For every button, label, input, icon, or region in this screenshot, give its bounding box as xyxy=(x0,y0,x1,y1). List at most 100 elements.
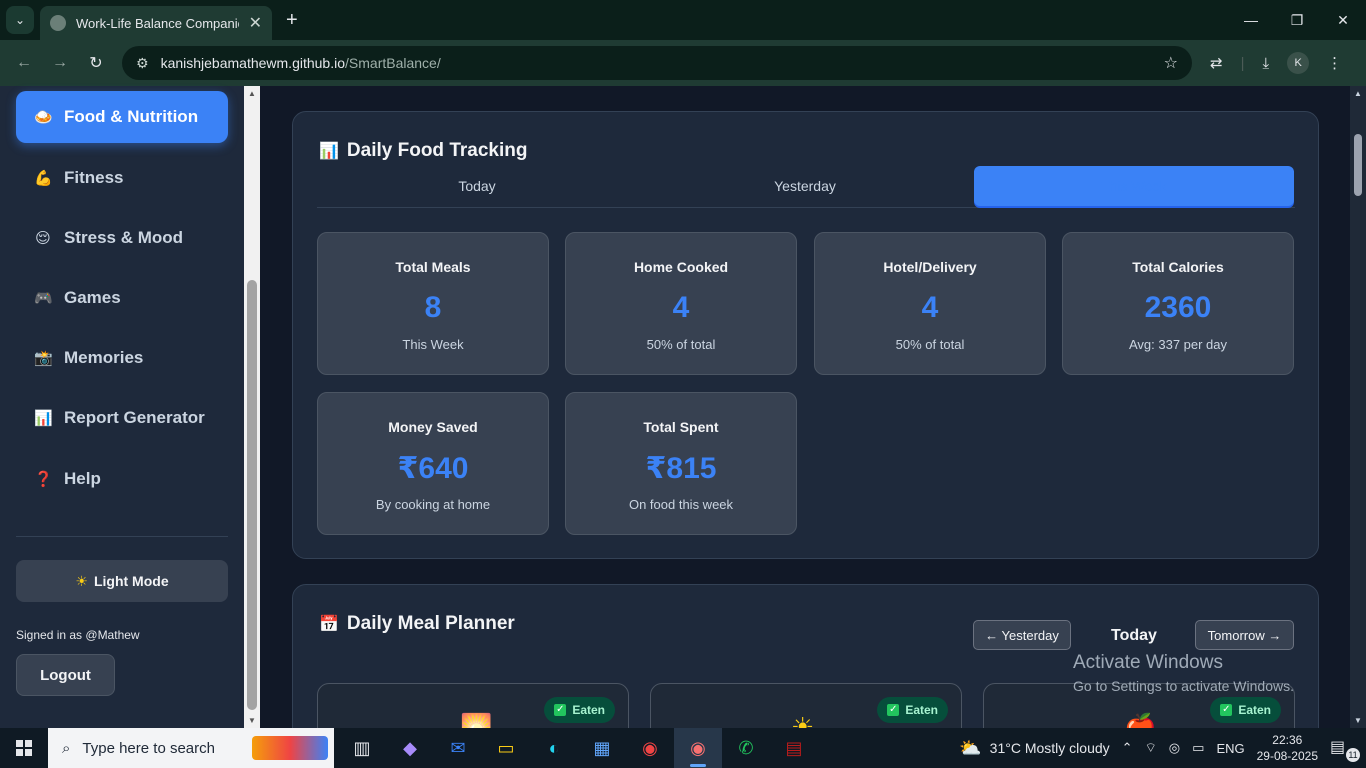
sidebar-item-label: Food & Nutrition xyxy=(64,107,199,126)
checkmark-icon: ✓ xyxy=(554,704,567,716)
start-button[interactable] xyxy=(0,728,48,768)
main-content: 📊 Daily Food Tracking Today Yesterday Th… xyxy=(260,86,1350,728)
calendar-icon: 📅 xyxy=(319,616,339,633)
browser-tab-bar: ⌄ Work-Life Balance Companion ✕ + — ❐ ✕ xyxy=(0,0,1366,40)
sidebar-item-memories[interactable]: 📸 Memories xyxy=(16,332,228,384)
sidebar-item-label: Help xyxy=(64,469,101,488)
weather-widget[interactable]: ⛅ 31°C Mostly cloudy xyxy=(959,738,1109,759)
stat-label: Money Saved xyxy=(388,419,478,435)
sidebar-scrollbar[interactable]: ▲ ▼ xyxy=(244,86,260,728)
chrome-profile-icon[interactable]: ◉ xyxy=(674,728,722,768)
file-explorer-icon[interactable]: ▭ xyxy=(482,728,530,768)
scroll-up-icon[interactable]: ▲ xyxy=(247,89,257,98)
download-icon[interactable]: ⤓ xyxy=(1262,55,1269,72)
copilot-icon[interactable]: ◆ xyxy=(386,728,434,768)
task-view-icon[interactable]: ▥ xyxy=(338,728,386,768)
light-mode-toggle[interactable]: ☀ Light Mode xyxy=(16,560,228,602)
bookmark-star-icon[interactable]: ☆ xyxy=(1164,53,1178,73)
tab-this-week[interactable]: This Week xyxy=(974,166,1294,206)
stat-total-calories: Total Calories 2360 Avg: 337 per day xyxy=(1062,232,1294,375)
stat-value: 8 xyxy=(424,291,442,324)
webcam-icon[interactable]: ◎ xyxy=(1169,740,1180,756)
tab-today[interactable]: Today xyxy=(317,166,637,206)
main-scrollbar[interactable]: ▲ ▼ xyxy=(1350,86,1366,728)
profile-avatar[interactable]: K xyxy=(1287,52,1310,74)
scroll-up-icon[interactable]: ▲ xyxy=(1353,89,1363,98)
notification-center-icon[interactable]: ▤ 11 xyxy=(1330,737,1360,762)
stat-label: Total Spent xyxy=(643,419,719,435)
camera-icon: 📸 xyxy=(34,350,53,367)
wifi-icon[interactable]: ⌔ xyxy=(1145,740,1157,756)
chevron-up-icon[interactable]: ⌃ xyxy=(1122,740,1133,756)
search-placeholder: Type here to search xyxy=(82,739,215,757)
reload-icon[interactable]: ↻ xyxy=(78,53,114,73)
more-menu-icon[interactable]: ⋮ xyxy=(1327,54,1342,72)
sidebar-item-food-nutrition[interactable]: 🍛 Food & Nutrition xyxy=(16,91,228,143)
toolbar-right: ⇄ | ⤓ K ⋮ xyxy=(1210,52,1342,74)
close-icon[interactable]: ✕ xyxy=(249,13,262,33)
language-indicator[interactable]: ENG xyxy=(1216,741,1244,756)
eaten-label: Eaten xyxy=(1238,703,1271,717)
meal-card-lunch[interactable]: ✓ Eaten ☀ xyxy=(650,683,962,728)
chrome-icon[interactable]: ◉ xyxy=(626,728,674,768)
sidebar: 🍛 Food & Nutrition 💪 Fitness 😌 Stress & … xyxy=(0,86,244,728)
battery-icon[interactable]: ▭ xyxy=(1192,740,1204,756)
sunrise-icon: 🌅 xyxy=(460,712,493,728)
window-controls: — ❐ ✕ xyxy=(1228,0,1366,40)
site-settings-icon[interactable]: ⚙ xyxy=(136,55,149,72)
window-close-icon[interactable]: ✕ xyxy=(1320,0,1366,40)
sidebar-scroll-thumb[interactable] xyxy=(247,280,257,710)
stat-total-spent: Total Spent ₹815 On food this week xyxy=(565,392,797,535)
meal-card-breakfast[interactable]: ✓ Eaten 🌅 xyxy=(317,683,629,728)
edge-icon[interactable]: ◐ xyxy=(530,728,578,768)
signed-in-text: Signed in as @Mathew xyxy=(16,628,140,642)
weather-text: 31°C Mostly cloudy xyxy=(989,740,1110,756)
bar-chart-icon: 📊 xyxy=(34,410,53,427)
new-tab-button[interactable]: + xyxy=(286,9,298,32)
tab-search-button[interactable]: ⌄ xyxy=(6,6,34,34)
back-arrow-icon[interactable]: ← xyxy=(6,54,42,72)
food-bowl-icon: 🍛 xyxy=(34,109,53,126)
notification-count-badge: 11 xyxy=(1346,748,1360,762)
card-title: 📊 Daily Food Tracking xyxy=(319,140,527,162)
winrar-icon[interactable]: ▤ xyxy=(770,728,818,768)
eaten-badge[interactable]: ✓ Eaten xyxy=(877,697,948,723)
sidebar-item-report-generator[interactable]: 📊 Report Generator xyxy=(16,392,228,444)
whatsapp-icon[interactable]: ✆ xyxy=(722,728,770,768)
address-bar[interactable]: ⚙ kanishjebamathewm.github.io/SmartBalan… xyxy=(122,46,1192,80)
main-scroll-thumb[interactable] xyxy=(1354,134,1362,196)
clock[interactable]: 22:36 29-08-2025 xyxy=(1257,732,1318,764)
clock-time: 22:36 xyxy=(1272,733,1303,747)
relieved-face-icon: 😌 xyxy=(35,230,51,247)
sun-icon: ☀ xyxy=(791,712,815,728)
card-title-text: Daily Meal Planner xyxy=(346,613,515,634)
globe-icon xyxy=(50,15,66,31)
card-title-text: Daily Food Tracking xyxy=(346,140,528,161)
stat-value: 4 xyxy=(921,291,939,324)
scroll-down-icon[interactable]: ▼ xyxy=(247,716,257,725)
windows-taskbar: ⌕ Type here to search ▥ ◆ ✉ ▭ ◐ ▦ ◉ ◉ ✆ … xyxy=(0,728,1366,768)
logout-button[interactable]: Logout xyxy=(16,654,115,696)
eaten-badge[interactable]: ✓ Eaten xyxy=(1210,697,1281,723)
forward-arrow-icon[interactable]: → xyxy=(42,54,78,72)
url-host: kanishjebamathewm.github.io xyxy=(160,55,346,71)
sidebar-item-games[interactable]: 🎮 Games xyxy=(16,272,228,324)
sidebar-item-fitness[interactable]: 💪 Fitness xyxy=(16,152,228,204)
tab-yesterday[interactable]: Yesterday xyxy=(645,166,965,206)
translate-icon[interactable]: ⇄ xyxy=(1210,54,1223,72)
browser-tab-active[interactable]: Work-Life Balance Companion ✕ xyxy=(40,6,272,40)
sidebar-item-help[interactable]: ❓ Help xyxy=(16,453,228,505)
taskbar-search-box[interactable]: ⌕ Type here to search xyxy=(48,728,334,768)
restore-icon[interactable]: ❐ xyxy=(1274,0,1320,40)
next-day-button[interactable]: Tomorrow → xyxy=(1195,620,1294,650)
previous-day-button[interactable]: ← Yesterday xyxy=(973,620,1071,650)
sidebar-item-stress-mood[interactable]: 😌 Stress & Mood xyxy=(16,212,228,264)
minimize-icon[interactable]: — xyxy=(1228,0,1274,40)
browser-toolbar: ← → ↻ ⚙ kanishjebamathewm.github.io/Smar… xyxy=(0,40,1366,86)
microsoft-store-icon[interactable]: ▦ xyxy=(578,728,626,768)
cloudy-weather-icon: ⛅ xyxy=(959,737,982,758)
scroll-down-icon[interactable]: ▼ xyxy=(1353,716,1363,725)
flexed-arm-icon: 💪 xyxy=(34,170,53,187)
eaten-badge[interactable]: ✓ Eaten xyxy=(544,697,615,723)
outlook-icon[interactable]: ✉ xyxy=(434,728,482,768)
